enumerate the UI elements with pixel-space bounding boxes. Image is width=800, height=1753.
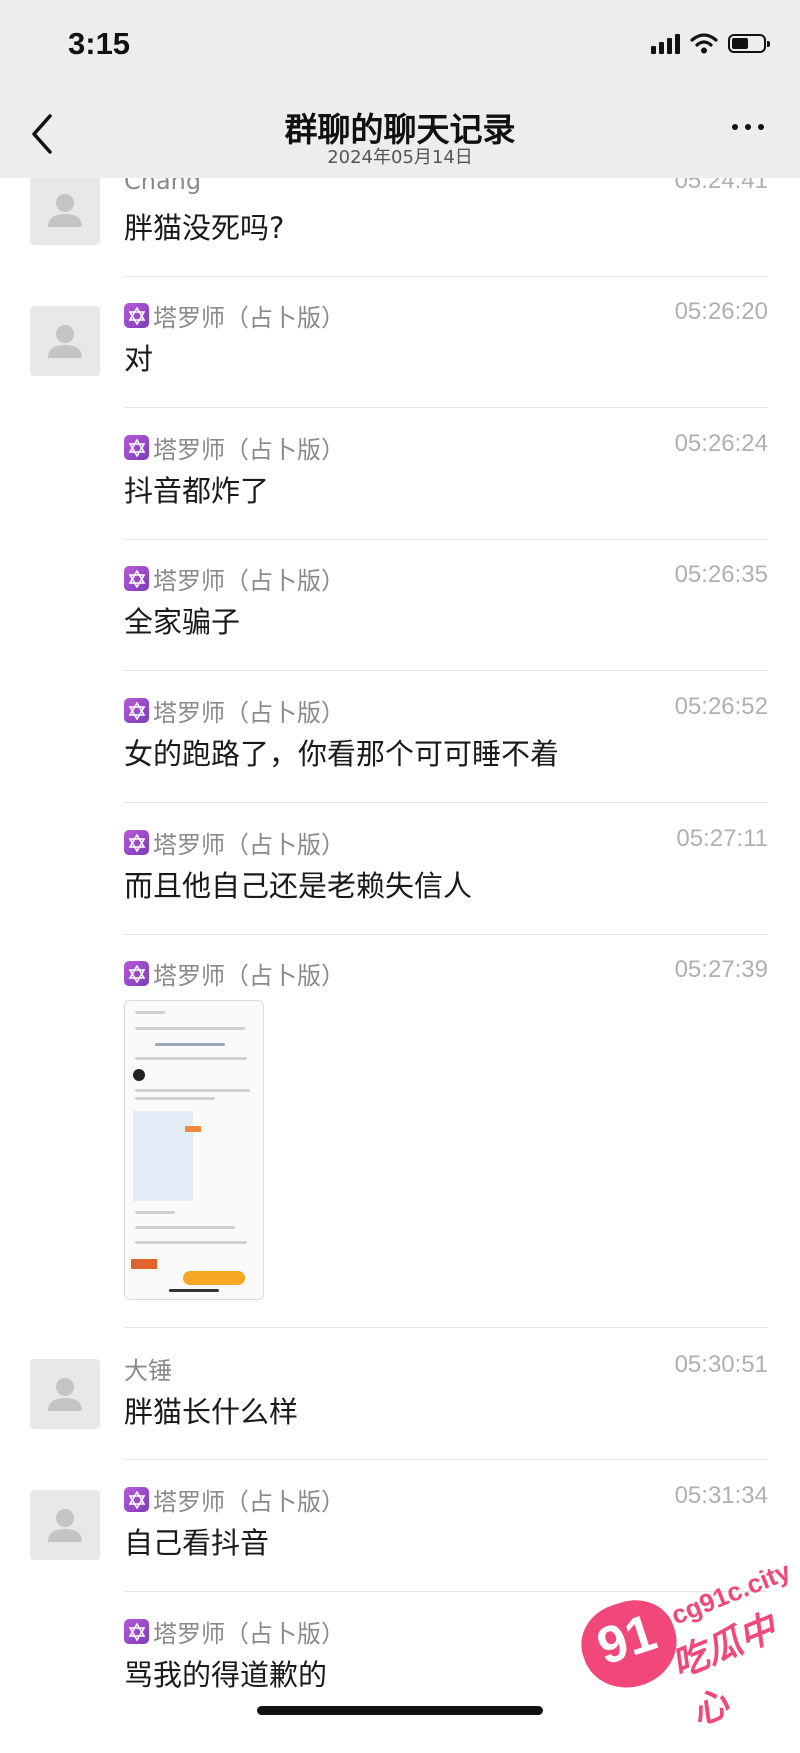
avatar[interactable] bbox=[30, 1359, 100, 1429]
sender-name-text: 塔罗师（占卜版） bbox=[153, 567, 345, 595]
message-item[interactable]: Chang 05:24:41 胖猫没死吗? bbox=[0, 167, 800, 306]
avatar[interactable] bbox=[30, 175, 100, 245]
sender-name-text: 塔罗师（占卜版） bbox=[153, 831, 345, 859]
message-item[interactable]: 大锤 05:30:51 胖猫长什么样 bbox=[0, 1351, 800, 1490]
message-time: 05:26:35 bbox=[674, 561, 768, 588]
home-indicator[interactable] bbox=[257, 1706, 543, 1715]
shot-highlight bbox=[185, 1126, 201, 1132]
message-text[interactable]: 全家骗子 bbox=[124, 599, 240, 641]
divider bbox=[124, 1327, 768, 1328]
divider bbox=[124, 934, 768, 935]
message-time: 05:26:20 bbox=[674, 298, 768, 325]
divider bbox=[124, 1459, 768, 1460]
sender-name: 塔罗师（占卜版） bbox=[124, 956, 345, 991]
divider bbox=[124, 407, 768, 408]
message-time: 05:26:52 bbox=[674, 693, 768, 720]
watermark-logo: 91 cg91c.city 吃瓜中心 bbox=[570, 1556, 795, 1734]
shot-logo bbox=[131, 1259, 157, 1269]
sender-name-text: 塔罗师（占卜版） bbox=[153, 962, 345, 990]
message-text[interactable]: 胖猫长什么样 bbox=[124, 1389, 298, 1431]
message-item[interactable]: 塔罗师（占卜版） 05:26:52 女的跑路了，你看那个可可睡不着 bbox=[0, 693, 800, 832]
sender-name: 塔罗师（占卜版） bbox=[124, 1614, 345, 1649]
shot-line bbox=[135, 1027, 245, 1030]
shot-line bbox=[135, 1226, 235, 1229]
message-item[interactable]: 塔罗师（占卜版） 05:26:20 对 bbox=[0, 298, 800, 437]
shot-line bbox=[135, 1241, 247, 1244]
sender-name-text: 塔罗师（占卜版） bbox=[153, 1620, 345, 1648]
cellular-signal-icon bbox=[651, 32, 680, 54]
shot-line bbox=[135, 1211, 175, 1214]
sender-name: 塔罗师（占卜版） bbox=[124, 298, 345, 333]
hexagram-icon bbox=[124, 566, 149, 591]
battery-icon bbox=[728, 33, 770, 53]
user-placeholder-icon bbox=[48, 1378, 82, 1411]
divider bbox=[124, 276, 768, 277]
sender-name-text: 塔罗师（占卜版） bbox=[153, 699, 345, 727]
shot-line bbox=[135, 1097, 215, 1100]
hexagram-icon bbox=[124, 1619, 149, 1644]
sender-name: 塔罗师（占卜版） bbox=[124, 825, 345, 860]
hexagram-icon bbox=[124, 698, 149, 723]
message-item[interactable]: 塔罗师（占卜版） 05:27:39 bbox=[0, 956, 800, 1095]
hexagram-icon bbox=[124, 1487, 149, 1512]
sender-name-text: 大锤 bbox=[124, 1357, 172, 1385]
message-item[interactable]: 塔罗师（占卜版） 05:26:24 抖音都炸了 bbox=[0, 430, 800, 569]
shot-line bbox=[155, 1043, 225, 1046]
message-time: 05:30:51 bbox=[674, 1351, 768, 1378]
avatar[interactable] bbox=[30, 1490, 100, 1560]
sender-name-text: 塔罗师（占卜版） bbox=[153, 304, 345, 332]
hexagram-icon bbox=[124, 303, 149, 328]
message-text[interactable]: 骂我的得道歉的 bbox=[124, 1652, 327, 1694]
shot-button bbox=[183, 1271, 245, 1285]
user-placeholder-icon bbox=[48, 194, 82, 227]
sender-name: 塔罗师（占卜版） bbox=[124, 693, 345, 728]
message-item[interactable]: 塔罗师（占卜版） 05:27:11 而且他自己还是老赖失信人 bbox=[0, 825, 800, 964]
header: 3:15 群聊的聊天记录 2024年05月14日 bbox=[0, 0, 800, 178]
status-time: 3:15 bbox=[68, 26, 131, 61]
status-icons bbox=[651, 32, 770, 54]
user-placeholder-icon bbox=[48, 1509, 82, 1542]
shot-line bbox=[135, 1057, 247, 1060]
message-text[interactable]: 抖音都炸了 bbox=[124, 468, 269, 510]
page-subtitle-date: 2024年05月14日 bbox=[327, 147, 473, 168]
shot-line bbox=[135, 1089, 250, 1092]
hexagram-icon bbox=[124, 435, 149, 460]
divider bbox=[124, 670, 768, 671]
sender-name: 大锤 bbox=[124, 1351, 172, 1386]
avatar[interactable] bbox=[30, 306, 100, 376]
sender-name: 塔罗师（占卜版） bbox=[124, 1482, 345, 1517]
shot-line bbox=[135, 1011, 165, 1014]
shot-avatar bbox=[133, 1069, 145, 1081]
sender-name-text: 塔罗师（占卜版） bbox=[153, 1488, 345, 1516]
sender-name: 塔罗师（占卜版） bbox=[124, 430, 345, 465]
more-options-icon[interactable] bbox=[732, 124, 764, 130]
image-attachment[interactable] bbox=[124, 1000, 264, 1300]
divider bbox=[124, 802, 768, 803]
sender-name: 塔罗师（占卜版） bbox=[124, 561, 345, 596]
hexagram-icon bbox=[124, 830, 149, 855]
user-placeholder-icon bbox=[48, 325, 82, 358]
message-time: 05:31:34 bbox=[674, 1482, 768, 1509]
message-text[interactable]: 女的跑路了，你看那个可可睡不着 bbox=[124, 731, 559, 773]
message-time: 05:26:24 bbox=[674, 430, 768, 457]
divider bbox=[124, 539, 768, 540]
message-time: 05:27:11 bbox=[676, 825, 768, 852]
message-text[interactable]: 对 bbox=[124, 336, 153, 378]
message-text[interactable]: 而且他自己还是老赖失信人 bbox=[124, 863, 472, 905]
shot-line bbox=[169, 1289, 219, 1292]
shot-panel bbox=[133, 1111, 193, 1201]
hexagram-icon bbox=[124, 961, 149, 986]
wifi-icon bbox=[690, 33, 718, 54]
message-item[interactable]: 塔罗师（占卜版） 05:26:35 全家骗子 bbox=[0, 561, 800, 700]
message-text[interactable]: 胖猫没死吗? bbox=[124, 205, 284, 247]
sender-name-text: 塔罗师（占卜版） bbox=[153, 436, 345, 464]
message-time: 05:27:39 bbox=[674, 956, 768, 983]
message-text[interactable]: 自己看抖音 bbox=[124, 1520, 269, 1562]
